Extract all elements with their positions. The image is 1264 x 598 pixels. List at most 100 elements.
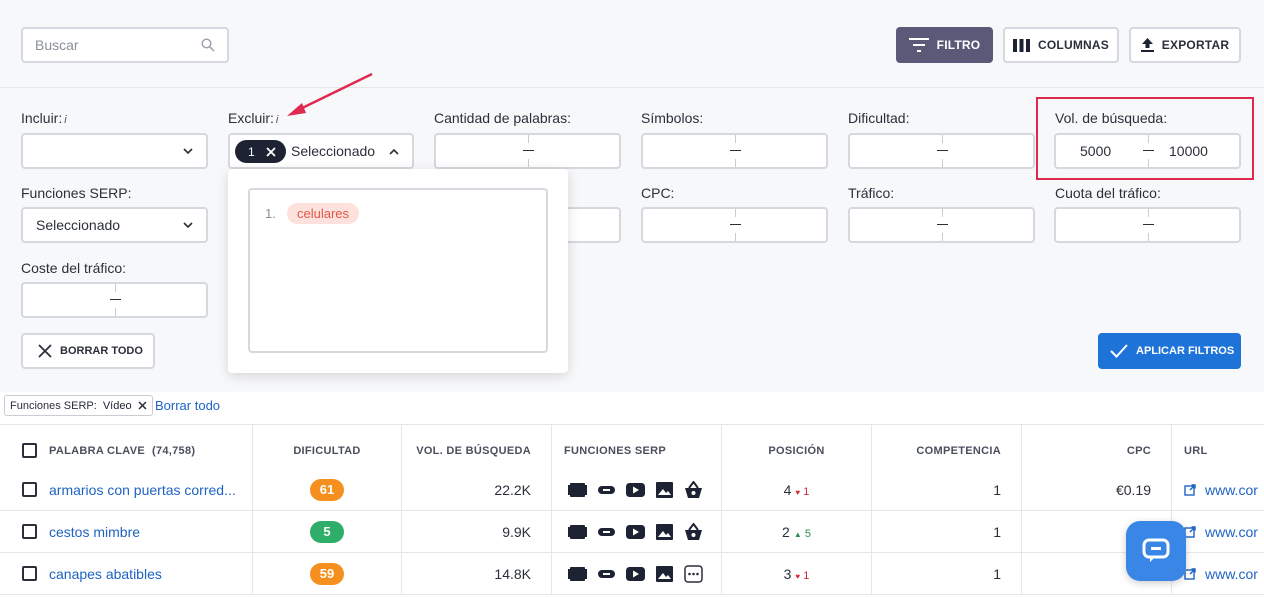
- include-label: Incluir: i: [21, 110, 67, 126]
- active-filter-name: Funciones SERP:: [10, 399, 97, 412]
- news-icon: [568, 566, 587, 581]
- image-icon: [656, 523, 673, 540]
- volume-cell: 9.9K: [402, 511, 552, 552]
- check-icon: [1110, 344, 1128, 358]
- serp-selected-text: Seleccionado: [36, 217, 121, 233]
- columns-button[interactable]: COLUMNAS: [1003, 27, 1119, 63]
- external-link-icon[interactable]: [1184, 483, 1196, 496]
- row-checkbox[interactable]: [22, 524, 37, 539]
- chevron-up-icon: [389, 148, 399, 155]
- cpc-label: CPC:: [641, 185, 675, 201]
- position-up-icon: ▲: [793, 529, 802, 539]
- clear-all-button[interactable]: BORRAR TODO: [21, 333, 155, 369]
- row-checkbox[interactable]: [22, 482, 37, 497]
- selected-count: 1: [248, 144, 255, 159]
- keyword-count: (74,758): [151, 445, 196, 457]
- apply-filters-label: APLICAR FILTROS: [1136, 345, 1235, 357]
- traffic-share-label: Cuota del tráfico:: [1055, 185, 1161, 201]
- active-filter-tag: Funciones SERP: Vídeo: [4, 395, 153, 416]
- difficulty-badge: 5: [310, 520, 344, 543]
- traffic-label: Tráfico:: [848, 185, 895, 201]
- annotation-arrow-icon: [287, 72, 373, 116]
- link-icon: [598, 569, 615, 578]
- keyword-link[interactable]: armarios con puertas corred...: [49, 482, 236, 498]
- table-row[interactable]: armarios con puertas corred... 61 22.2K 4 ♥ …: [0, 469, 1264, 511]
- volume-cell: 14.8K: [402, 553, 552, 594]
- position-value: 2: [782, 523, 790, 540]
- exclude-keywords-popup: 1. celulares: [228, 169, 568, 373]
- difficulty-badge: 59: [310, 562, 344, 585]
- excluded-keyword-tag[interactable]: celulares: [287, 203, 360, 224]
- position-change: ♥ 1: [795, 486, 809, 498]
- table-row[interactable]: canapes abatibles5914.8K3♥ 11€0.www.cor: [0, 553, 1264, 595]
- link-icon: [598, 485, 615, 494]
- select-all-checkbox[interactable]: [22, 443, 37, 458]
- exclude-label: Excluir: i: [228, 110, 279, 126]
- traffic-cost-range[interactable]: [21, 282, 208, 318]
- serp-dropdown[interactable]: Seleccionado: [21, 207, 208, 243]
- row-checkbox[interactable]: [22, 566, 37, 581]
- position-change-value: 1: [803, 569, 810, 582]
- exclude-dropdown[interactable]: 1 Seleccionado: [228, 133, 414, 169]
- url-link[interactable]: www.cor: [1205, 524, 1258, 540]
- serp-cell: [552, 511, 722, 552]
- position-value: 3: [783, 565, 792, 582]
- image-icon: [656, 565, 673, 582]
- close-icon: [38, 344, 52, 358]
- cpc-range[interactable]: [641, 207, 828, 243]
- difficulty-range[interactable]: [848, 133, 1035, 169]
- apply-filters-button[interactable]: APLICAR FILTROS: [1098, 333, 1241, 369]
- clear-tags-link[interactable]: Borrar todo: [155, 398, 220, 413]
- columns-icon: [1013, 38, 1031, 52]
- include-dropdown[interactable]: [21, 133, 208, 169]
- chat-button[interactable]: [1126, 521, 1186, 581]
- keyword-link[interactable]: cestos mimbre: [49, 524, 140, 540]
- traffic-range[interactable]: [848, 207, 1035, 243]
- serp-cell: [552, 553, 722, 594]
- video-icon: [626, 524, 645, 539]
- volume-cell: 22.2K: [402, 469, 552, 510]
- url-link[interactable]: www.cor: [1205, 566, 1258, 582]
- url-cell: www.cor: [1172, 469, 1264, 510]
- link-icon: [598, 527, 615, 536]
- shopping-icon: [685, 522, 702, 540]
- news-icon: [568, 524, 587, 539]
- competition-cell: 1: [872, 511, 1022, 552]
- symbols-range[interactable]: [641, 133, 828, 169]
- keyword-link[interactable]: canapes abatibles: [49, 566, 162, 582]
- news-icon: [568, 482, 587, 497]
- keyword-cell: cestos mimbre: [0, 511, 253, 552]
- filter-button-label: FILTRO: [936, 38, 981, 52]
- serp-label: Funciones SERP:: [21, 185, 132, 201]
- image-icon: [656, 481, 673, 498]
- video-icon: [626, 482, 645, 497]
- upload-icon: [1140, 38, 1154, 52]
- difficulty-label: Dificultad:: [848, 110, 910, 126]
- more-icon: [684, 564, 703, 583]
- col-keyword-label: PALABRA CLAVE: [49, 445, 145, 457]
- word-count-range[interactable]: [434, 133, 621, 169]
- word-count-label: Cantidad de palabras:: [434, 110, 571, 126]
- keyword-cell: armarios con puertas corred...: [0, 469, 253, 510]
- close-icon[interactable]: [266, 146, 276, 157]
- competition-cell: 1: [872, 469, 1022, 510]
- close-icon[interactable]: [138, 401, 147, 410]
- search-input[interactable]: [23, 29, 188, 61]
- search-box[interactable]: [21, 27, 229, 63]
- table-row[interactable]: cestos mimbre59.9K2▲ 51€0www.cor: [0, 511, 1264, 553]
- position-down-icon: ♥: [795, 487, 801, 497]
- filter-button[interactable]: FILTRO: [896, 27, 993, 63]
- exclude-keywords-list[interactable]: 1. celulares: [248, 188, 548, 353]
- toolbar: FILTRO COLUMNAS EXPORTAR: [0, 0, 1264, 88]
- info-icon: i: [275, 114, 279, 126]
- selected-count-chip[interactable]: 1: [235, 140, 286, 163]
- export-button[interactable]: EXPORTAR: [1129, 27, 1241, 63]
- difficulty-badge: 61: [310, 478, 344, 501]
- traffic-cost-label: Coste del tráfico:: [21, 260, 127, 276]
- chevron-down-icon: [183, 222, 193, 229]
- position-change-value: 5: [804, 527, 811, 540]
- traffic-share-range[interactable]: [1054, 207, 1241, 243]
- chat-icon: [1142, 538, 1170, 562]
- position-change: ▲ 5: [794, 528, 811, 540]
- url-link[interactable]: www.cor: [1205, 482, 1258, 498]
